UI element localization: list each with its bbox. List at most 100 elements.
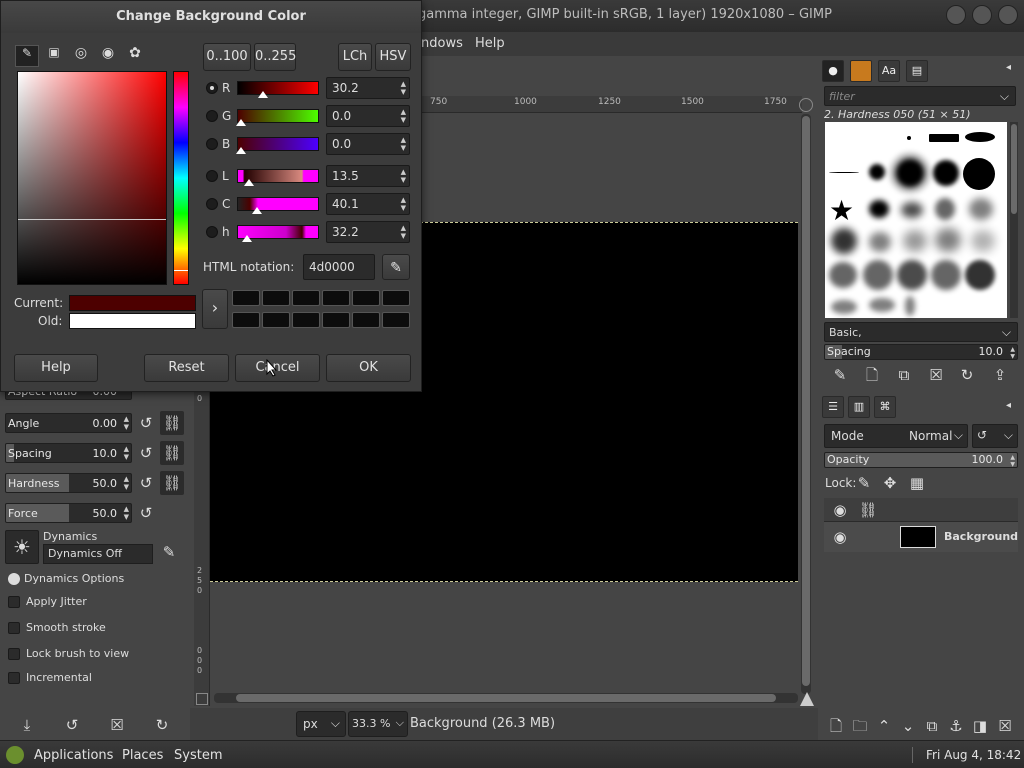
channel-c-slider[interactable] — [237, 197, 319, 214]
channel-g-radio[interactable] — [206, 110, 218, 122]
triangle-selector-icon[interactable]: ◉ — [96, 45, 120, 67]
brush-spacing-slider[interactable]: Spacing 10.0 ▲ ▼ — [824, 344, 1018, 360]
dock-menu-icon[interactable]: ◂ — [1006, 62, 1011, 73]
expander-icon[interactable] — [8, 573, 20, 585]
ok-button[interactable]: OK — [326, 354, 411, 382]
spin-arrows-icon[interactable]: ▲ ▼ — [124, 445, 129, 461]
delete-brush-icon[interactable]: ☒ — [924, 363, 948, 387]
lock-brush-checkbox[interactable] — [8, 648, 20, 660]
edit-brush-icon[interactable]: ✎ — [828, 363, 852, 387]
duplicate-brush-icon[interactable]: ⧉ — [892, 363, 916, 387]
maximize-button[interactable] — [972, 5, 992, 25]
dock-menu-icon[interactable]: ◂ — [1006, 400, 1011, 411]
incremental-checkbox[interactable] — [8, 672, 20, 684]
cmyk-selector-icon[interactable]: ▣ — [42, 45, 66, 67]
refresh-brushes-icon[interactable]: ↻ — [955, 363, 979, 387]
reset-icon[interactable]: ↺ — [134, 501, 158, 525]
system-menu[interactable]: System — [174, 748, 222, 763]
mask-layer-icon[interactable]: ◨ — [968, 714, 992, 738]
raise-layer-icon[interactable]: ⌃ — [872, 714, 896, 738]
force-slider[interactable]: Force 50.0 ▲ ▼ — [5, 503, 132, 523]
history-swatch[interactable] — [382, 312, 410, 328]
duplicate-layer-icon[interactable]: ⧉ — [920, 714, 944, 738]
channel-r-value[interactable]: 30.2 ▲ ▼ — [326, 77, 410, 99]
range-255-button[interactable]: 0..255 — [254, 43, 296, 71]
spin-arrows-icon[interactable]: ▲ ▼ — [124, 415, 129, 431]
range-100-button[interactable]: 0..100 — [203, 43, 251, 71]
channel-r-radio[interactable] — [206, 82, 218, 94]
composite-mode-select[interactable]: ↺ ⌵ — [972, 424, 1018, 448]
minimize-button[interactable] — [946, 5, 966, 25]
layers-tab-icon[interactable]: ☰ — [822, 396, 844, 418]
brush-grid[interactable]: ★ — [825, 122, 1007, 318]
spin-arrows-icon[interactable]: ▲ ▼ — [1010, 346, 1015, 359]
restore-options-icon[interactable]: ↺ — [60, 713, 84, 737]
reset-options-icon[interactable]: ↻ — [150, 713, 174, 737]
channel-g-value[interactable]: 0.0 ▲ ▼ — [326, 105, 410, 127]
layer-mode-select[interactable]: Mode Normal ⌵ — [824, 424, 968, 448]
lock-position-icon[interactable]: ✥ — [878, 471, 902, 495]
lock-pixels-icon[interactable]: ✎ — [852, 471, 876, 495]
history-swatch[interactable] — [382, 290, 410, 306]
spin-arrows-icon[interactable]: ▲ ▼ — [124, 505, 129, 521]
link-icon[interactable]: ⛓ — [160, 411, 184, 435]
fonts-tab-icon[interactable]: Aa — [878, 60, 900, 82]
history-swatch[interactable] — [292, 290, 320, 306]
open-as-image-icon[interactable]: ⇪ — [988, 363, 1012, 387]
channel-l-value[interactable]: 13.5 ▲ ▼ — [326, 165, 410, 187]
save-options-icon[interactable]: ⤓ — [15, 713, 39, 737]
opacity-slider[interactable]: Opacity 100.0 ▲ ▼ — [824, 452, 1018, 468]
angle-slider[interactable]: Angle 0.00 ▲ ▼ — [5, 413, 132, 433]
add-to-history-button[interactable]: › — [202, 289, 228, 329]
brush-tag-input[interactable]: Basic, ⌵ — [824, 322, 1018, 342]
delete-options-icon[interactable]: ☒ — [105, 713, 129, 737]
reset-icon[interactable]: ↺ — [134, 471, 158, 495]
new-layer-icon[interactable]: 🗋 — [824, 714, 848, 738]
hardness-slider[interactable]: Hardness 50.0 ▲ ▼ — [5, 473, 132, 493]
link-icon[interactable]: ⛓ — [160, 441, 184, 465]
menu-windows[interactable]: ndows — [421, 36, 463, 51]
vertical-scrollbar[interactable] — [801, 114, 811, 694]
close-window-button[interactable] — [998, 5, 1018, 25]
dynamics-select[interactable]: Dynamics Off — [43, 544, 153, 564]
visibility-icon[interactable]: ◉ — [828, 525, 852, 549]
watercolor-selector-icon[interactable]: ✿ — [123, 45, 147, 67]
gimp-selector-icon[interactable]: ✎ — [15, 45, 39, 67]
hue-strip[interactable] — [173, 71, 189, 285]
menu-help[interactable]: Help — [475, 36, 505, 51]
html-notation-input[interactable]: 4d0000 — [303, 254, 375, 280]
channel-b-value[interactable]: 0.0 ▲ ▼ — [326, 133, 410, 155]
channel-h-value[interactable]: 32.2 ▲ ▼ — [326, 221, 410, 243]
mate-logo-icon[interactable] — [6, 746, 24, 764]
channel-l-radio[interactable] — [206, 170, 218, 182]
reset-button[interactable]: Reset — [144, 354, 229, 382]
spin-arrows-icon[interactable]: ▲ ▼ — [1010, 454, 1015, 467]
channel-l-slider[interactable] — [237, 169, 319, 186]
quick-mask-icon[interactable] — [196, 693, 208, 705]
color-plane[interactable] — [17, 71, 167, 285]
paths-tab-icon[interactable]: ⌘ — [874, 396, 896, 418]
history-swatch[interactable] — [232, 290, 260, 306]
history-swatch[interactable] — [232, 312, 260, 328]
document-history-tab-icon[interactable]: ▤ — [906, 60, 928, 82]
wheel-selector-icon[interactable]: ◎ — [69, 45, 93, 67]
reset-icon[interactable]: ↺ — [134, 411, 158, 435]
zoom-follow-icon[interactable] — [799, 98, 813, 112]
spacing-slider[interactable]: Spacing 10.0 ▲ ▼ — [5, 443, 132, 463]
history-swatch[interactable] — [352, 312, 380, 328]
layer-row[interactable]: ◉ Background — [824, 522, 1018, 552]
navigate-icon[interactable] — [800, 692, 814, 706]
dynamics-options-label[interactable]: Dynamics Options — [24, 572, 124, 585]
history-swatch[interactable] — [262, 290, 290, 306]
lock-alpha-icon[interactable]: ▦ — [905, 471, 929, 495]
brush-scrollbar[interactable] — [1010, 122, 1018, 318]
edit-dynamics-icon[interactable]: ✎ — [157, 540, 181, 564]
zoom-select[interactable]: 33.3 % ⌵ — [348, 711, 408, 737]
lch-button[interactable]: LCh — [338, 43, 372, 71]
applications-menu[interactable]: Applications — [34, 748, 113, 763]
link-icon[interactable]: ⛓ — [160, 471, 184, 495]
dynamics-icon[interactable]: ☀ — [5, 530, 39, 564]
channel-g-slider[interactable] — [236, 109, 319, 126]
channel-c-radio[interactable] — [206, 198, 218, 210]
channel-c-value[interactable]: 40.1 ▲ ▼ — [326, 193, 410, 215]
